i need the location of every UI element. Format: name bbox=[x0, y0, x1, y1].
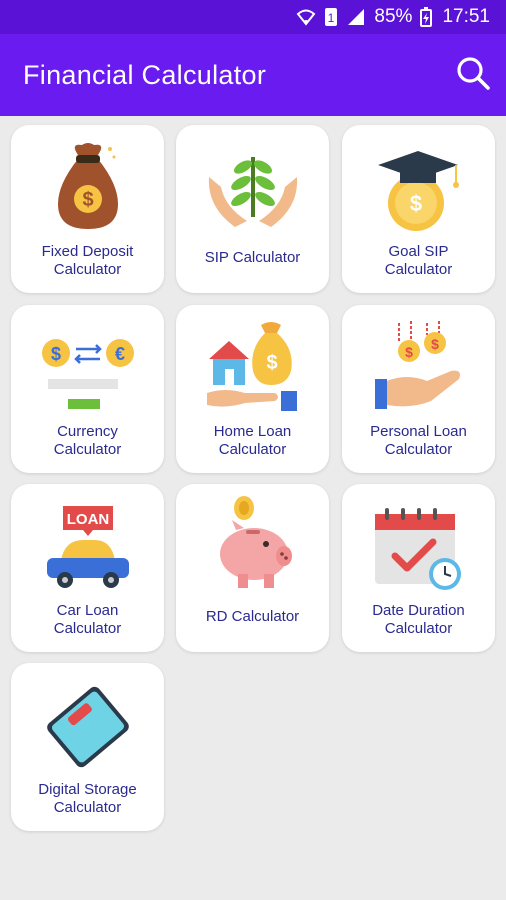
currency-calculator-card[interactable]: $ € Currency Calculator bbox=[11, 305, 164, 473]
dollar-sign: $ bbox=[82, 189, 93, 211]
calculator-label: RD Calculator bbox=[205, 608, 300, 625]
home-loan-calculator-card[interactable]: $ Home Loan Calculator bbox=[176, 305, 329, 473]
calculator-label: Home Loan Calculator bbox=[213, 423, 292, 458]
plant-hands-icon bbox=[176, 125, 329, 235]
clock-time: 17:51 bbox=[442, 6, 490, 27]
calculator-label: Currency Calculator bbox=[53, 423, 122, 458]
calendar-clock-icon bbox=[342, 484, 495, 594]
money-bag-icon: $ bbox=[11, 125, 164, 235]
dollar-sign: $ bbox=[50, 344, 60, 364]
sim-slot-number: 1 bbox=[328, 11, 335, 25]
goal-sip-calculator-card[interactable]: $ Goal SIP Calculator bbox=[342, 125, 495, 293]
search-icon[interactable] bbox=[456, 56, 490, 95]
dollar-sign: $ bbox=[409, 191, 421, 216]
calculator-label: SIP Calculator bbox=[204, 249, 301, 266]
car-loan-calculator-card[interactable]: LOAN Car Loan Calculator bbox=[11, 484, 164, 652]
calculator-label: Digital Storage Calculator bbox=[38, 781, 137, 816]
house-money-hand-icon: $ bbox=[176, 305, 329, 415]
calculator-label: Goal SIP Calculator bbox=[384, 243, 453, 278]
app-title: Financial Calculator bbox=[23, 59, 267, 90]
calculator-label: Car Loan Calculator bbox=[53, 602, 122, 637]
date-duration-calculator-card[interactable]: Date Duration Calculator bbox=[342, 484, 495, 652]
dollar-sign: $ bbox=[405, 344, 413, 360]
car-loan-icon: LOAN bbox=[11, 484, 164, 594]
wifi-icon bbox=[296, 8, 316, 26]
status-bar: 1 85% 17:51 bbox=[0, 0, 506, 34]
storage-card-icon bbox=[11, 663, 164, 773]
graduation-coin-icon: $ bbox=[342, 125, 495, 235]
digital-storage-calculator-card[interactable]: Digital Storage Calculator bbox=[11, 663, 164, 831]
battery-percent: 85% bbox=[374, 6, 413, 27]
falling-coins-hand-icon: $ $ bbox=[342, 305, 495, 415]
fixed-deposit-calculator-card[interactable]: $ Fixed Deposit Calculator bbox=[11, 125, 164, 293]
sim-icon: 1 bbox=[324, 7, 338, 27]
euro-sign: € bbox=[114, 344, 124, 364]
piggy-bank-icon bbox=[176, 484, 329, 594]
dollar-sign: $ bbox=[431, 336, 439, 352]
calculator-label: Date Duration Calculator bbox=[372, 602, 465, 637]
dollar-sign: $ bbox=[266, 352, 277, 374]
loan-sign: LOAN bbox=[66, 511, 109, 528]
currency-exchange-icon: $ € bbox=[11, 305, 164, 415]
battery-charging-icon bbox=[420, 7, 433, 27]
signal-icon bbox=[346, 8, 366, 26]
personal-loan-calculator-card[interactable]: $ $ Personal Loan Calculator bbox=[342, 305, 495, 473]
sip-calculator-card[interactable]: SIP Calculator bbox=[176, 125, 329, 293]
calculator-label: Fixed Deposit Calculator bbox=[41, 243, 134, 278]
rd-calculator-card[interactable]: RD Calculator bbox=[176, 484, 329, 652]
app-bar: Financial Calculator bbox=[0, 34, 506, 116]
calculator-label: Personal Loan Calculator bbox=[370, 423, 467, 458]
